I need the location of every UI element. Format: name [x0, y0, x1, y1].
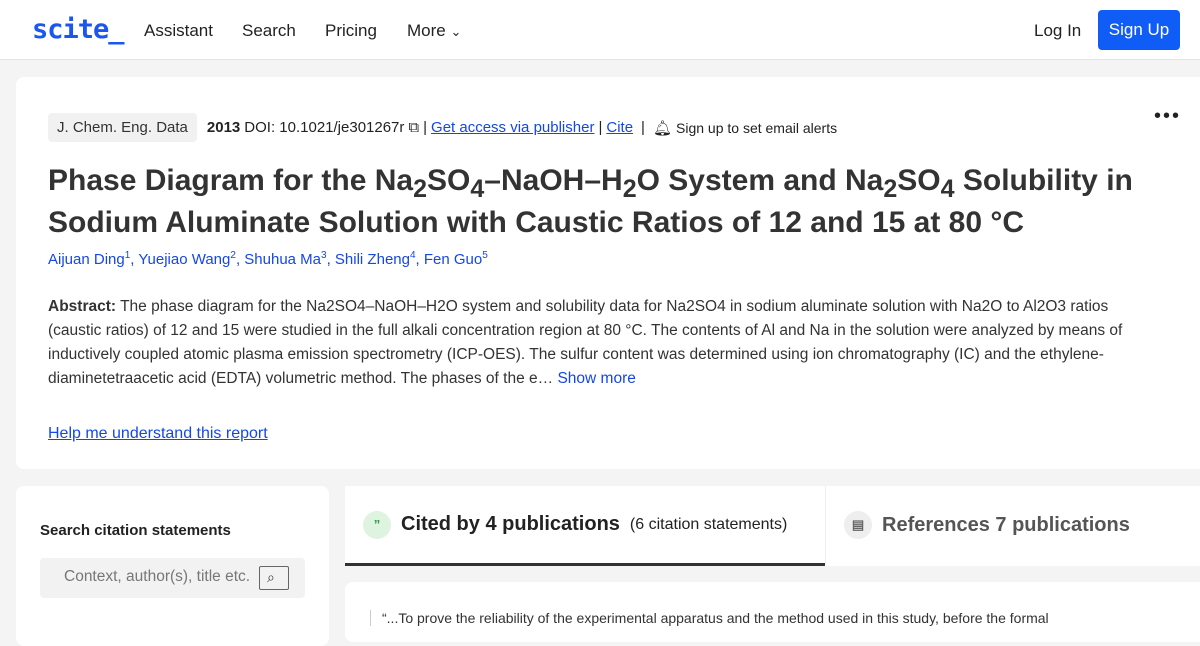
alerts-link[interactable]: Sign up to set email alerts: [676, 120, 837, 136]
year: 2013: [206, 119, 241, 136]
chevron-down-icon: ⌄: [450, 24, 462, 39]
nav-more[interactable]: More ⌄: [407, 21, 461, 41]
more-options-icon[interactable]: •••: [1154, 105, 1181, 128]
tab-cited-by[interactable]: ” Cited by 4 publications (6 citation stat…: [345, 486, 825, 566]
paper-title: Phase Diagram for the Na2SO4–NaOH–H2O Sy…: [48, 164, 1133, 239]
abstract: Abstract: The phase diagram for the Na2S…: [48, 298, 1123, 387]
document-icon: ▤: [844, 511, 872, 539]
citation-tabs: ” Cited by 4 publications (6 citation stat…: [345, 486, 1200, 566]
citation-search-panel: Search citation statements Context, auth…: [16, 486, 329, 646]
top-nav: scite_ Assistant Search Pricing More ⌄ L…: [0, 0, 1200, 60]
nav-assistant[interactable]: Assistant: [144, 21, 213, 41]
author-link[interactable]: Aijuan Ding1: [48, 250, 130, 268]
author-link[interactable]: Fen Guo5: [424, 250, 488, 268]
citation-statement: “...To prove the reliability of the expe…: [345, 582, 1200, 642]
chat-quote-icon: ”: [363, 510, 391, 539]
author-link[interactable]: Shili Zheng4: [335, 250, 416, 268]
cite-link[interactable]: Cite: [606, 119, 633, 136]
statement-text: “...To prove the reliability of the expe…: [370, 610, 1049, 626]
author-link[interactable]: Shuhua Ma3: [244, 250, 326, 268]
journal-badge[interactable]: J. Chem. Eng. Data: [48, 113, 197, 142]
search-icon: ⌕: [267, 569, 275, 585]
help-link[interactable]: Help me understand this report: [48, 425, 268, 443]
copy-icon[interactable]: ⧉: [408, 119, 419, 136]
nav-more-label: More: [407, 21, 446, 40]
show-more-link[interactable]: Show more: [557, 370, 635, 387]
tab-references[interactable]: ▤ References 7 publications: [825, 486, 1130, 564]
paper-meta: J. Chem. Eng. Data 2013 DOI: 10.1021/je3…: [48, 113, 837, 142]
bell-icon[interactable]: 🔔︎: [653, 119, 672, 137]
search-button[interactable]: ⌕: [259, 566, 289, 590]
authors: Aijuan Ding1, Yuejiao Wang2, Shuhua Ma3,…: [48, 250, 488, 268]
nav-pricing[interactable]: Pricing: [325, 21, 377, 41]
logo[interactable]: scite_: [32, 14, 125, 45]
login-link[interactable]: Log In: [1034, 21, 1081, 41]
doi: DOI: 10.1021/je301267r: [244, 119, 405, 136]
nav-search[interactable]: Search: [242, 21, 296, 41]
citation-search-input[interactable]: Context, author(s), title etc. ⌕: [40, 558, 305, 598]
search-heading: Search citation statements: [40, 522, 231, 539]
author-link[interactable]: Yuejiao Wang2: [138, 250, 236, 268]
access-link[interactable]: Get access via publisher: [431, 119, 594, 136]
signup-button[interactable]: Sign Up: [1098, 10, 1180, 50]
